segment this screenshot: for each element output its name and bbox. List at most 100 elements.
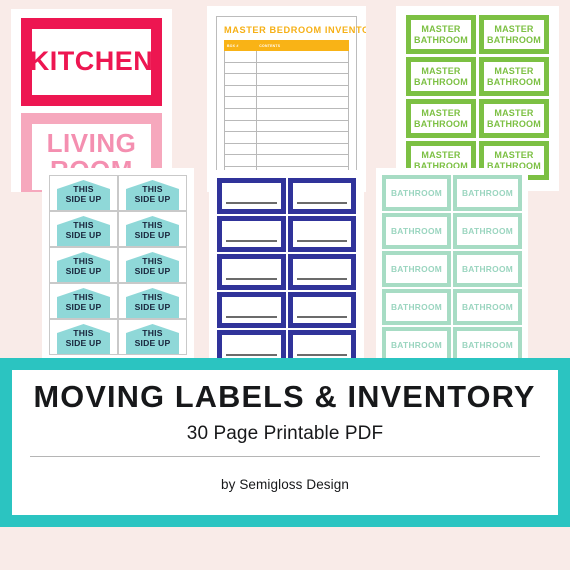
inventory-cell-contents [256,131,349,144]
label-this-side-up: THIS SIDE UP [118,283,187,319]
title-banner: MOVING LABELS & INVENTORY 30 Page Printa… [0,358,570,527]
label-master-bathroom: MASTER BATHROOM [479,57,549,96]
label-bathroom-text: BATHROOM [390,302,443,312]
write-in-line [296,202,347,204]
label-bathroom-text: BATHROOM [390,264,443,274]
label-blank-navy [217,292,286,328]
label-this-side-up-text: THIS SIDE UP [134,256,171,276]
sheet-bathroom-labels-mint: BATHROOM BATHROOM BATHROOM BATHROOM BATHROOM… [376,168,528,363]
inventory-row [223,50,349,63]
inventory-cell-box-number [223,142,258,156]
inventory-cell-contents [256,61,349,75]
inventory-cell-box-number [223,96,258,109]
label-bathroom: BATHROOM [453,289,522,325]
inventory-cell-box-number [223,50,258,63]
write-in-line [296,278,347,280]
write-in-line [296,240,347,242]
inventory-cell-contents [256,154,349,167]
label-master-bathroom: MASTER BATHROOM [406,57,476,96]
column-header-contents: CONTENTS [256,40,349,51]
write-in-line [226,240,277,242]
label-blank-navy [287,254,356,290]
label-master-bathroom: MASTER BATHROOM [406,99,476,138]
label-master-bathroom: MASTER BATHROOM [479,15,549,54]
column-header-box-number: BOX # [223,40,258,51]
label-bathroom: BATHROOM [453,175,522,211]
label-bathroom: BATHROOM [382,289,451,325]
inventory-cell-contents [256,84,349,98]
label-master-bathroom-text: MASTER BATHROOM [414,23,468,45]
inventory-title: MASTER BEDROOM INVENTORY [224,25,366,35]
inventory-cell-box-number [223,61,258,75]
label-master-bathroom: MASTER BATHROOM [406,15,476,54]
inventory-cell-box-number [223,107,258,121]
label-bathroom-text: BATHROOM [390,188,443,198]
label-this-side-up: THIS SIDE UP [49,283,118,319]
label-this-side-up: THIS SIDE UP [118,211,187,247]
sheet-blank-navy-labels [209,170,364,363]
label-master-bathroom: MASTER BATHROOM [479,99,549,138]
sheet-master-bathroom-labels: MASTER BATHROOM MASTER BATHROOM MASTER BATHRO… [396,6,559,191]
inventory-cell-contents [256,50,349,63]
page-title: MOVING LABELS & INVENTORY [33,379,537,414]
label-bathroom: BATHROOM [453,213,522,249]
write-in-line [226,202,277,204]
sheet-inventory-form: MASTER BEDROOM INVENTORY BOX # CONTENTS [207,6,366,192]
label-bathroom-text: BATHROOM [461,226,514,236]
room-label-kitchen: KITCHEN [21,18,162,106]
write-in-line [226,278,277,280]
this-side-up-label-grid: THIS SIDE UP THIS SIDE UP THIS SIDE UP THIS SID… [49,175,187,355]
label-bathroom-text: BATHROOM [461,264,514,274]
master-bathroom-label-grid: MASTER BATHROOM MASTER BATHROOM MASTER BATHRO… [406,15,549,180]
sheet-this-side-up-labels: THIS SIDE UP THIS SIDE UP THIS SIDE UP THIS SID… [42,168,194,363]
inventory-cell-contents [256,107,349,121]
label-master-bathroom-text: MASTER BATHROOM [487,65,541,87]
inventory-row [223,142,349,156]
inventory-row [223,96,349,109]
inventory-cell-box-number [223,154,258,167]
write-in-line [226,316,277,318]
inventory-cell-box-number [223,84,258,98]
label-this-side-up-text: THIS SIDE UP [65,184,102,204]
label-this-side-up: THIS SIDE UP [49,175,118,211]
label-this-side-up-text: THIS SIDE UP [134,328,171,348]
inventory-row [223,131,349,144]
label-master-bathroom-text: MASTER BATHROOM [487,23,541,45]
label-this-side-up-text: THIS SIDE UP [134,184,171,204]
label-this-side-up: THIS SIDE UP [118,319,187,355]
inventory-row [223,154,349,167]
write-in-line [296,316,347,318]
inventory-cell-box-number [223,73,258,86]
label-bathroom-text: BATHROOM [461,340,514,350]
divider [30,455,540,457]
label-this-side-up: THIS SIDE UP [118,175,187,211]
inventory-row [223,84,349,98]
label-blank-navy [217,178,286,214]
byline: by Semigloss Design [221,476,349,492]
label-this-side-up-text: THIS SIDE UP [65,328,102,348]
page-subtitle: 30 Page Printable PDF [186,422,384,444]
label-bathroom: BATHROOM [382,213,451,249]
label-this-side-up-text: THIS SIDE UP [65,220,102,240]
product-listing-image: KITCHEN LIVING ROOM MASTER BEDROOM INVEN… [0,0,570,570]
write-in-line [226,354,277,356]
room-label-kitchen-text: KITCHEN [29,46,154,77]
label-this-side-up: THIS SIDE UP [49,211,118,247]
label-this-side-up: THIS SIDE UP [118,247,187,283]
inventory-cell-box-number [223,119,258,133]
label-this-side-up: THIS SIDE UP [49,319,118,355]
label-bathroom-text: BATHROOM [390,226,443,236]
inventory-cell-contents [256,73,349,86]
label-blank-navy [287,292,356,328]
label-master-bathroom-text: MASTER BATHROOM [414,107,468,129]
label-bathroom: BATHROOM [382,251,451,287]
label-bathroom-text: BATHROOM [461,188,514,198]
blank-navy-label-grid [217,178,356,363]
label-this-side-up-text: THIS SIDE UP [134,292,171,312]
label-master-bathroom-text: MASTER BATHROOM [414,65,468,87]
label-bathroom: BATHROOM [382,175,451,211]
inventory-cell-box-number [223,131,258,144]
sheet-room-labels-pink: KITCHEN LIVING ROOM [11,9,172,192]
bathroom-label-grid: BATHROOM BATHROOM BATHROOM BATHROOM BATHROOM… [382,175,522,363]
table-header-row: BOX # CONTENTS [223,40,349,51]
